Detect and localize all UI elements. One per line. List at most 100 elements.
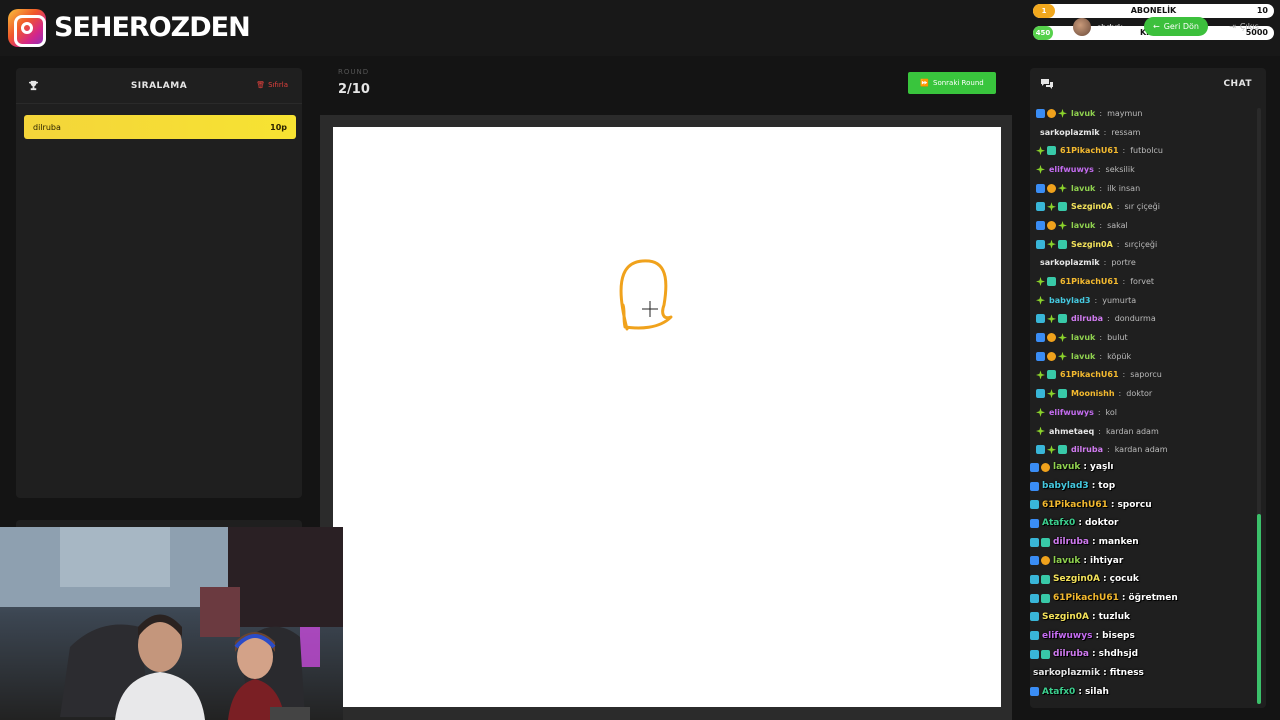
chat-username[interactable]: 61PikachU61 <box>1060 146 1119 155</box>
chat-username[interactable]: elifwuwys <box>1049 408 1094 417</box>
gift-badge-icon <box>1041 649 1050 659</box>
overlay-separator: : <box>1078 686 1082 697</box>
chat-separator: : <box>1099 333 1103 343</box>
overlay-chat-message: dilruba: manken <box>1030 533 1260 552</box>
reset-label: Sıfırla <box>268 81 288 89</box>
overlay-username: 61PikachU61 <box>1042 499 1108 510</box>
reset-button[interactable]: 🗑 Sıfırla <box>256 81 288 89</box>
overlay-text: biseps <box>1102 630 1135 641</box>
chat-username[interactable]: ahmetaeq <box>1049 427 1094 436</box>
player-points: 10p <box>270 122 287 132</box>
overlay-chat-message: Atafx0: silah <box>1030 682 1260 701</box>
gift-badge-icon <box>1058 202 1067 212</box>
chat-username[interactable]: dilruba <box>1071 314 1103 323</box>
chat-separator: : <box>1116 239 1120 249</box>
chat-message: sarkoplazmik: ressam <box>1036 123 1258 142</box>
overlay-text: öğretmen <box>1128 593 1178 604</box>
chat-text: kardan adam <box>1114 445 1168 455</box>
chat-username[interactable]: Moonishh <box>1071 389 1115 398</box>
overlay-text: sporcu <box>1117 499 1152 510</box>
badge-group <box>1036 295 1045 305</box>
overlay-text: çocuk <box>1109 574 1139 585</box>
chat-username[interactable]: babylad3 <box>1049 296 1091 305</box>
overlay-username: dilruba <box>1053 649 1089 660</box>
overlay-chat-message: babylad3: top <box>1030 477 1260 496</box>
chat-username[interactable]: lavuk <box>1071 184 1095 193</box>
star-badge-icon <box>1036 426 1045 436</box>
sub-badge-icon <box>1030 574 1039 584</box>
next-round-button[interactable]: ⏩ Sonraki Round <box>908 72 996 94</box>
chat-separator: : <box>1106 445 1110 455</box>
sub-badge-icon <box>1036 239 1045 249</box>
gift-badge-icon <box>1047 277 1056 287</box>
overlay-username: Atafx0 <box>1042 686 1076 697</box>
gold-badge-icon <box>1041 462 1050 472</box>
mod-badge-icon <box>1030 481 1039 491</box>
exit-button[interactable]: ⇥ Çıkış <box>1216 17 1272 36</box>
chat-separator: : <box>1116 202 1120 212</box>
chat-text: seksilik <box>1105 164 1135 174</box>
user-chip[interactable]: shrbrk <box>1073 17 1123 37</box>
gift-badge-icon <box>1058 445 1067 455</box>
chat-username[interactable]: dilruba <box>1071 445 1103 454</box>
chat-username[interactable]: 61PikachU61 <box>1060 277 1119 286</box>
drawn-stroke <box>619 259 673 331</box>
overlay-separator: : <box>1091 481 1096 492</box>
chat-username[interactable]: Sezgin0A <box>1071 202 1113 211</box>
chat-text: ressam <box>1111 127 1141 137</box>
drawing-layer <box>619 259 673 331</box>
chat-username[interactable]: lavuk <box>1071 221 1095 230</box>
trophy-icon <box>28 80 39 91</box>
overlay-chat-message: Sezgin0A: çocuk <box>1030 570 1260 589</box>
overlay-chat-message: dilruba: shdhsjd <box>1030 645 1260 664</box>
overlay-chat-message: Sezgin0A: tuzluk <box>1030 608 1260 627</box>
chat-username[interactable]: sarkoplazmik <box>1040 258 1100 267</box>
badge-group <box>1030 462 1050 472</box>
chat-username[interactable]: sarkoplazmik <box>1040 128 1100 137</box>
drawing-canvas[interactable] <box>333 127 1001 707</box>
mod-badge-icon <box>1036 351 1045 361</box>
chat-text: maymun <box>1107 108 1143 118</box>
gift-badge-icon <box>1041 537 1050 547</box>
chat-separator: : <box>1099 108 1103 118</box>
star-badge-icon <box>1036 164 1045 174</box>
overlay-username: 61PikachU61 <box>1053 593 1119 604</box>
gift-badge-icon <box>1041 574 1050 584</box>
chat-username[interactable]: Sezgin0A <box>1071 240 1113 249</box>
chat-username[interactable]: 61PikachU61 <box>1060 370 1119 379</box>
overlay-separator: : <box>1092 611 1096 622</box>
overlay-username: Sezgin0A <box>1042 611 1089 622</box>
chat-message: Sezgin0A: sırçiçeği <box>1036 235 1258 254</box>
chat-separator: : <box>1099 183 1103 193</box>
badge-group <box>1036 314 1067 324</box>
chat-message: lavuk: bulut <box>1036 328 1258 347</box>
badge-group <box>1030 537 1050 547</box>
sub-badge-icon <box>1030 537 1039 547</box>
overlay-chat-message: sarkoplazmik: fitness <box>1030 664 1260 683</box>
gift-badge-icon <box>1058 239 1067 249</box>
sub-badge-icon <box>1036 202 1045 212</box>
chat-username[interactable]: elifwuwys <box>1049 165 1094 174</box>
sub-badge-icon <box>1036 389 1045 399</box>
crosshair-cursor-icon <box>642 301 658 317</box>
chat-message: sarkoplazmik: portre <box>1036 254 1258 273</box>
chat-username[interactable]: lavuk <box>1071 109 1095 118</box>
star-badge-icon <box>1058 220 1067 230</box>
badge-group <box>1030 518 1039 528</box>
chat-message: lavuk: köpük <box>1036 347 1258 366</box>
chat-separator: : <box>1094 295 1098 305</box>
chat-username[interactable]: lavuk <box>1071 352 1095 361</box>
chat-message: elifwuwys: kol <box>1036 403 1258 422</box>
chat-username[interactable]: lavuk <box>1071 333 1095 342</box>
chat-text: yumurta <box>1102 295 1137 305</box>
chat-separator: : <box>1118 389 1122 399</box>
chat-message-list[interactable]: lavuk: maymun sarkoplazmik: ressam 61PikachU… <box>1036 104 1258 464</box>
badge-group <box>1036 202 1067 212</box>
badge-group <box>1030 574 1050 584</box>
star-badge-icon <box>1047 389 1056 399</box>
gift-badge-icon <box>1058 389 1067 399</box>
overlay-chat-message: elifwuwys: biseps <box>1030 626 1260 645</box>
leaderboard-header: SIRALAMA 🗑 Sıfırla <box>16 68 302 104</box>
back-button[interactable]: ← Geri Dön <box>1144 17 1208 36</box>
overlay-chat-message: 61PikachU61: öğretmen <box>1030 589 1260 608</box>
